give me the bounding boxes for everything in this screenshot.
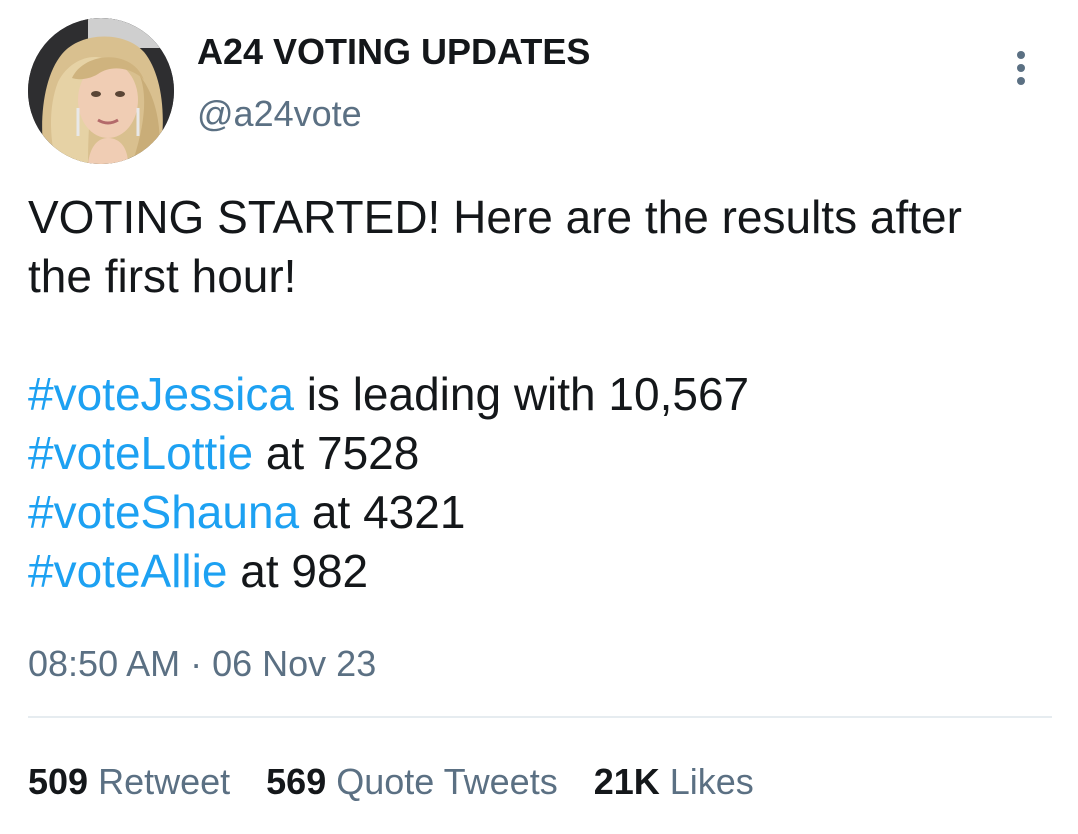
tweet-date: 06 Nov 23 xyxy=(212,643,377,684)
user-handle[interactable]: @a24vote xyxy=(197,92,362,136)
hashtag-link[interactable]: #voteAllie xyxy=(28,545,227,597)
hashtag-link[interactable]: #voteLottie xyxy=(28,427,253,479)
tweet-time: 08:50 AM xyxy=(28,643,181,684)
hashtag-link[interactable]: #voteShauna xyxy=(28,486,299,538)
more-vertical-icon xyxy=(1017,51,1025,59)
retweets-stat[interactable]: 509 Retweet xyxy=(28,760,230,804)
result-line-shauna: #voteShauna at 4321 xyxy=(28,483,1048,542)
timestamp-separator: · xyxy=(180,643,213,684)
display-name[interactable]: A24 VOTING UPDATES xyxy=(197,30,590,74)
quote-count: 569 xyxy=(266,761,327,802)
divider xyxy=(28,716,1052,718)
likes-stat[interactable]: 21K Likes xyxy=(594,760,754,804)
result-text: is leading with 10,567 xyxy=(293,368,750,420)
result-text: at 4321 xyxy=(299,486,466,538)
quote-tweets-stat[interactable]: 569 Quote Tweets xyxy=(266,760,558,804)
result-line-jessica: #voteJessica is leading with 10,567 xyxy=(28,365,1048,424)
result-line-allie: #voteAllie at 982 xyxy=(28,542,1048,601)
avatar-image xyxy=(28,18,174,164)
tweet-text: VOTING STARTED! Here are the results aft… xyxy=(28,188,1048,601)
result-text: at 982 xyxy=(227,545,369,597)
more-vertical-icon-dot xyxy=(1017,64,1025,72)
result-text: at 7528 xyxy=(253,427,420,479)
tweet-line: the first hour! xyxy=(28,250,297,302)
tweet-timestamp[interactable]: 08:50 AM · 06 Nov 23 xyxy=(28,642,376,686)
result-line-lottie: #voteLottie at 7528 xyxy=(28,424,1048,483)
more-vertical-icon-dot xyxy=(1017,77,1025,85)
engagement-stats: 509 Retweet 569 Quote Tweets 21K Likes xyxy=(28,760,754,804)
hashtag-link[interactable]: #voteJessica xyxy=(28,368,294,420)
retweet-label: Retweet xyxy=(88,761,231,802)
quote-label: Quote Tweets xyxy=(326,761,558,802)
likes-count: 21K xyxy=(593,761,660,802)
retweet-count: 509 xyxy=(28,761,89,802)
likes-label: Likes xyxy=(659,761,754,802)
avatar[interactable] xyxy=(28,18,174,164)
more-options-button[interactable] xyxy=(1004,46,1038,90)
tweet-line: VOTING STARTED! Here are the results aft… xyxy=(28,191,962,243)
